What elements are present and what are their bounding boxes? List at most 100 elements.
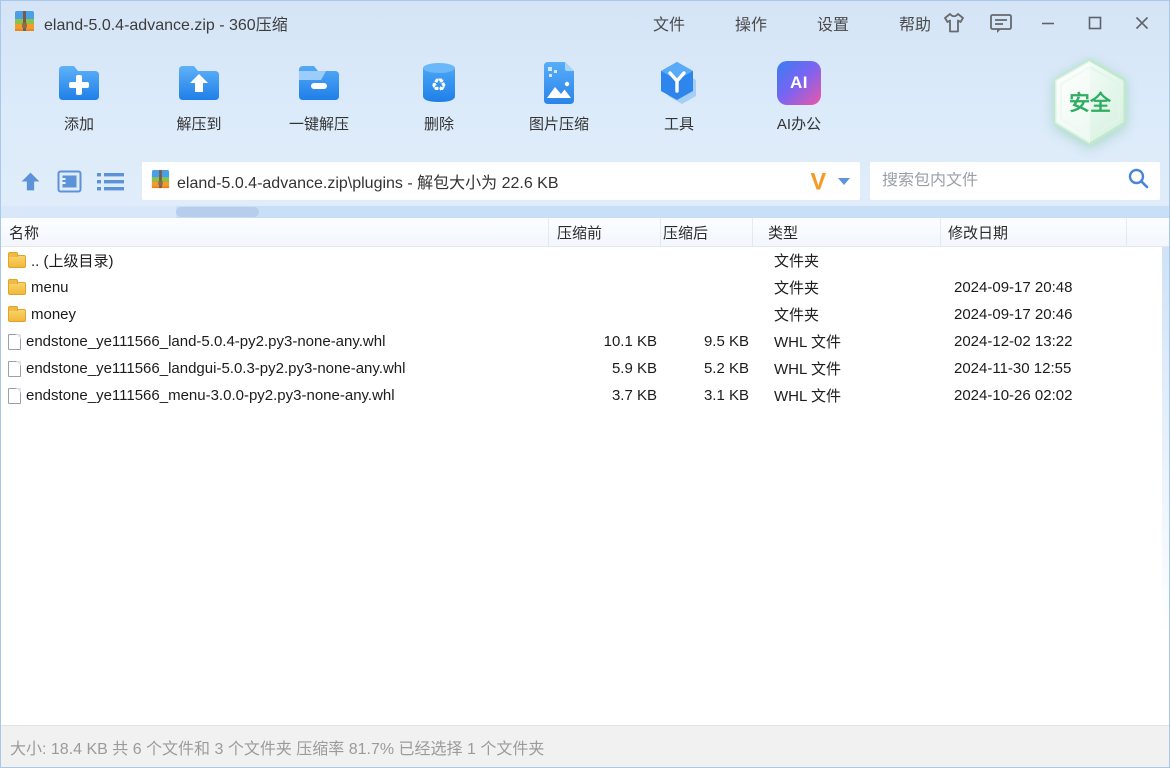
- file-icon: [8, 334, 21, 350]
- address-dropdown-icon[interactable]: [838, 178, 850, 185]
- title-bar: eland-5.0.4-advance.zip - 360压缩 文件 操作 设置…: [1, 1, 1169, 45]
- window-title: eland-5.0.4-advance.zip - 360压缩: [44, 11, 288, 35]
- file-name: endstone_ye111566_land-5.0.4-py2.py3-non…: [26, 333, 385, 350]
- add-button[interactable]: 添加: [34, 45, 124, 134]
- toolbar-label: 工具: [664, 113, 694, 134]
- table-row[interactable]: endstone_ye111566_land-5.0.4-py2.py3-non…: [1, 328, 1169, 355]
- file-date: 2024-11-30 12:55: [941, 360, 1170, 377]
- extract-to-button[interactable]: 解压到: [154, 45, 244, 134]
- svg-text:♻: ♻: [431, 75, 447, 96]
- tools-cube-icon: [655, 59, 703, 107]
- file-date: 2024-12-02 13:22: [941, 333, 1170, 350]
- skin-theme-icon[interactable]: [941, 10, 967, 36]
- menu-bar: 文件 操作 设置 帮助: [653, 1, 931, 45]
- menu-actions[interactable]: 操作: [735, 11, 767, 35]
- address-row: eland-5.0.4-advance.zip\plugins - 解包大小为 …: [1, 156, 1169, 206]
- toolbar-label: AI办公: [777, 113, 821, 134]
- delete-button[interactable]: ♻ 删除: [394, 45, 484, 134]
- table-row[interactable]: endstone_ye111566_landgui-5.0.3-py2.py3-…: [1, 355, 1169, 382]
- menu-help[interactable]: 帮助: [899, 11, 931, 35]
- search-icon[interactable]: [1127, 167, 1150, 195]
- file-type: WHL 文件: [753, 385, 941, 406]
- file-name: money: [31, 306, 76, 323]
- size-after: 9.5 KB: [661, 333, 753, 350]
- nav-icons: [19, 170, 124, 193]
- image-document-icon: [540, 59, 578, 107]
- open-folder-icon: [295, 59, 343, 107]
- menu-file[interactable]: 文件: [653, 11, 685, 35]
- one-click-extract-button[interactable]: 一键解压: [274, 45, 364, 134]
- zip-archive-icon-small: [151, 169, 170, 194]
- column-header-after[interactable]: 压缩后: [661, 218, 753, 246]
- file-name: endstone_ye111566_menu-3.0.0-py2.py3-non…: [26, 387, 395, 404]
- title-bar-icons: [941, 1, 1155, 45]
- minimize-button[interactable]: [1035, 10, 1061, 36]
- status-bar: 大小: 18.4 KB 共 6 个文件和 3 个文件夹 压缩率 81.7% 已经…: [1, 725, 1169, 767]
- horizontal-scrollbar-thumb[interactable]: [176, 207, 259, 217]
- close-button[interactable]: [1129, 10, 1155, 36]
- file-type: 文件夹: [753, 277, 941, 298]
- menu-settings[interactable]: 设置: [817, 11, 849, 35]
- preview-pane-icon[interactable]: [57, 170, 82, 193]
- maximize-button[interactable]: [1082, 10, 1108, 36]
- toolbar-label: 删除: [424, 113, 454, 134]
- up-directory-icon[interactable]: [19, 170, 42, 193]
- toolbar-label: 解压到: [176, 113, 221, 134]
- file-type: WHL 文件: [753, 331, 941, 352]
- safe-shield-badge[interactable]: 安全: [1049, 57, 1131, 149]
- app-window: eland-5.0.4-advance.zip - 360压缩 文件 操作 设置…: [0, 0, 1170, 768]
- trash-icon: ♻: [418, 59, 460, 107]
- ai-office-button[interactable]: AI AI办公: [754, 45, 844, 134]
- file-name: menu: [31, 279, 69, 296]
- address-bar[interactable]: eland-5.0.4-advance.zip\plugins - 解包大小为 …: [142, 162, 860, 200]
- size-before: 3.7 KB: [549, 387, 661, 404]
- size-after: 5.2 KB: [661, 360, 753, 377]
- window-chrome: eland-5.0.4-advance.zip - 360压缩 文件 操作 设置…: [1, 1, 1169, 206]
- file-icon: [8, 361, 21, 377]
- zip-archive-icon: [14, 10, 35, 37]
- image-compress-button[interactable]: 图片压缩: [514, 45, 604, 134]
- list-header: 名称 压缩前 压缩后 类型 修改日期: [1, 218, 1169, 247]
- vertical-scrollbar[interactable]: [1162, 247, 1169, 667]
- size-after: 3.1 KB: [661, 387, 753, 404]
- toolbar-label: 一键解压: [289, 113, 349, 134]
- file-name: endstone_ye111566_landgui-5.0.3-py2.py3-…: [26, 360, 405, 377]
- column-header-date[interactable]: 修改日期: [941, 218, 1127, 246]
- file-type: WHL 文件: [753, 358, 941, 379]
- file-icon: [8, 388, 21, 404]
- file-list: .. (上级目录) 文件夹 menu 文件夹 2024-09-17 20:48 …: [1, 247, 1169, 725]
- table-row[interactable]: .. (上级目录) 文件夹: [1, 247, 1169, 274]
- archive-path[interactable]: eland-5.0.4-advance.zip\plugins - 解包大小为 …: [177, 169, 811, 193]
- search-input[interactable]: [882, 172, 1127, 190]
- toolbar-label: 添加: [64, 113, 94, 134]
- status-text: 大小: 18.4 KB 共 6 个文件和 3 个文件夹 压缩率 81.7% 已经…: [10, 735, 544, 759]
- extract-folder-icon: [175, 59, 223, 107]
- folder-icon: [8, 309, 26, 322]
- folder-icon: [8, 255, 26, 268]
- table-row[interactable]: money 文件夹 2024-09-17 20:46: [1, 301, 1169, 328]
- size-before: 10.1 KB: [549, 333, 661, 350]
- toolbar-label: 图片压缩: [529, 113, 589, 134]
- table-row[interactable]: menu 文件夹 2024-09-17 20:48: [1, 274, 1169, 301]
- file-date: 2024-10-26 02:02: [941, 387, 1170, 404]
- safe-badge-text: 安全: [1069, 91, 1112, 115]
- file-date: 2024-09-17 20:46: [941, 306, 1170, 323]
- file-type: 文件夹: [753, 250, 941, 271]
- table-row[interactable]: endstone_ye111566_menu-3.0.0-py2.py3-non…: [1, 382, 1169, 409]
- v-logo: V: [811, 170, 826, 193]
- list-view-icon[interactable]: [97, 171, 124, 192]
- file-name: .. (上级目录): [31, 250, 114, 271]
- ai-badge-icon: AI: [777, 61, 821, 105]
- horizontal-scrollbar: [1, 206, 1169, 218]
- main-toolbar: 添加 解压到: [1, 45, 1169, 156]
- folder-icon: [8, 282, 26, 295]
- search-box: [870, 162, 1160, 200]
- column-header-type[interactable]: 类型: [753, 218, 941, 246]
- column-header-name[interactable]: 名称: [1, 218, 549, 246]
- file-type: 文件夹: [753, 304, 941, 325]
- add-folder-icon: [55, 59, 103, 107]
- column-header-before[interactable]: 压缩前: [549, 218, 661, 246]
- tools-button[interactable]: 工具: [634, 45, 724, 134]
- file-date: 2024-09-17 20:48: [941, 279, 1170, 296]
- feedback-message-icon[interactable]: [988, 10, 1014, 36]
